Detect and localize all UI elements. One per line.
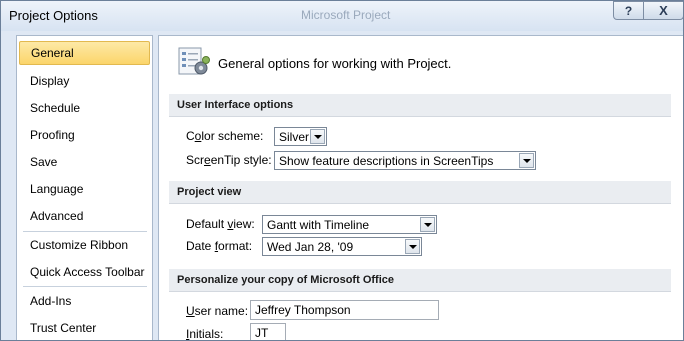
user-name-label: User name:: [186, 304, 249, 318]
section-user-interface-options: User Interface options: [169, 94, 671, 117]
close-button[interactable]: X: [643, 1, 683, 20]
color-scheme-value: Silver: [279, 129, 310, 144]
sidebar-item-customize-ribbon[interactable]: Customize Ribbon: [17, 233, 152, 257]
sidebar-item-language[interactable]: Language: [17, 177, 152, 201]
sidebar-item-advanced[interactable]: Advanced: [17, 204, 152, 228]
title-bar: Project Options Microsoft Project ? X: [1, 1, 683, 31]
color-scheme-dropdown[interactable]: Silver: [274, 127, 327, 146]
help-button[interactable]: ?: [613, 1, 644, 20]
sidebar-item-quick-access-toolbar[interactable]: Quick Access Toolbar: [17, 260, 152, 284]
close-icon: X: [659, 3, 668, 18]
date-format-dropdown[interactable]: Wed Jan 28, '09: [262, 237, 422, 256]
screentip-style-dropdown[interactable]: Show feature descriptions in ScreenTips: [274, 151, 536, 170]
sidebar-item-save[interactable]: Save: [17, 150, 152, 174]
default-view-value: Gantt with Timeline: [267, 217, 370, 232]
screentip-style-label: ScreenTip style:: [186, 153, 272, 167]
default-view-label: Default view:: [186, 217, 255, 231]
general-options-panel: General options for working with Project…: [158, 35, 683, 341]
sidebar-item-trust-center[interactable]: Trust Center: [17, 316, 152, 340]
background-app-title: Microsoft Project: [301, 8, 391, 22]
sidebar-item-display[interactable]: Display: [17, 69, 152, 93]
help-icon: ?: [624, 3, 633, 18]
chevron-down-icon[interactable]: [405, 239, 420, 254]
sidebar-item-general[interactable]: General: [19, 41, 150, 65]
initials-label: Initials:: [186, 327, 224, 341]
color-scheme-label: Color scheme:: [186, 129, 264, 143]
chevron-down-icon[interactable]: [310, 129, 325, 144]
date-format-label: Date format:: [186, 239, 253, 253]
chevron-down-icon[interactable]: [420, 217, 435, 232]
sidebar-item-schedule[interactable]: Schedule: [17, 96, 152, 120]
project-options-dialog: Project Options Microsoft Project ? X Ge…: [0, 0, 684, 341]
sidebar-item-add-ins[interactable]: Add-Ins: [17, 289, 152, 313]
window-title: Project Options: [9, 8, 98, 23]
initials-field[interactable]: JT: [250, 323, 286, 340]
sidebar-divider: [23, 231, 147, 232]
sidebar-divider: [23, 286, 147, 287]
sidebar-item-proofing[interactable]: Proofing: [17, 123, 152, 147]
options-settings-icon: [178, 47, 210, 75]
section-personalize-office: Personalize your copy of Microsoft Offic…: [169, 269, 671, 292]
user-name-field[interactable]: Jeffrey Thompson: [250, 300, 439, 320]
date-format-value: Wed Jan 28, '09: [267, 239, 354, 254]
page-heading: General options for working with Project…: [218, 56, 452, 71]
section-project-view: Project view: [169, 181, 671, 204]
default-view-dropdown[interactable]: Gantt with Timeline: [262, 215, 437, 234]
options-sidebar: General Display Schedule Proofing Save L…: [16, 35, 153, 340]
screentip-style-value: Show feature descriptions in ScreenTips: [279, 153, 494, 168]
chevron-down-icon[interactable]: [519, 153, 534, 168]
